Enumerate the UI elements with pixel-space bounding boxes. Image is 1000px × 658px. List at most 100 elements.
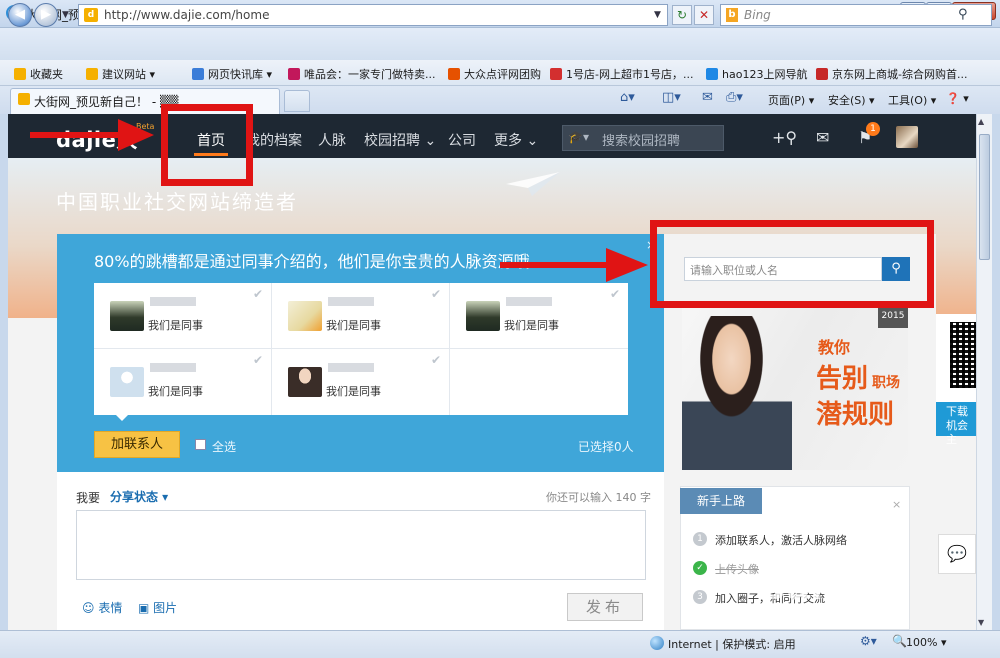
contact-relation: 我们是同事 [148,385,203,398]
tools-menu[interactable]: 工具(O) ▾ [888,92,936,108]
favorite-item-webslices[interactable]: 网页快讯库 ▾ [192,66,272,82]
favorites-button[interactable]: 收藏夹 [14,66,63,82]
favorite-item-dianping[interactable]: 大众点评网团购 [448,66,541,82]
contact-relation: 我们是同事 [504,319,559,332]
favorite-item-jd[interactable]: 京东网上商城-综合网购首... [816,66,967,82]
page-menu[interactable]: 页面(P) ▾ [768,92,814,108]
ad-line-2: 告别 [816,364,869,394]
annotation-arrow-head [118,119,154,151]
feedback-chat-icon[interactable]: 💬 [938,534,976,574]
contact-card[interactable]: 我们是同事 ✔ [450,283,628,349]
contact-name-redacted [150,297,196,306]
select-all-label[interactable]: 全选 [212,438,236,455]
refresh-button[interactable]: ↻ [672,5,692,25]
contact-card[interactable]: 我们是同事 ✔ [94,349,272,415]
favorite-icon [448,68,460,80]
contact-relation: 我们是同事 [148,319,203,332]
check-icon[interactable]: ✔ [610,287,620,301]
globe-icon [650,636,664,650]
image-icon: ▣ [138,601,150,615]
contact-card[interactable]: 我们是同事 ✔ [94,283,272,349]
nav-connections[interactable]: 人脉 [318,130,346,150]
favorite-item-hao123[interactable]: hao123上网导航 [706,66,807,82]
scroll-thumb[interactable] [979,134,990,260]
security-zone[interactable]: Internet | 保护模式: 启用 [668,636,796,652]
add-contacts-button[interactable]: 加联系人 [94,431,180,458]
nav-campus-recruiting[interactable]: 校园招聘 ⌄ [364,130,436,150]
step-number-1: 1 [693,532,707,546]
share-status-dropdown[interactable]: 分享状态 ▾ [110,488,168,505]
download-app-button[interactable]: 下载机会主 [936,402,976,446]
forward-button[interactable]: ▶ [34,3,58,27]
emoji-button[interactable]: ☺ 表情 [82,599,122,616]
contact-avatar [288,301,322,331]
scroll-down-icon[interactable]: ▼ [978,618,984,627]
newbie-close-button[interactable]: × [892,498,901,511]
ad-line-3: 潜规则 [816,400,895,430]
annotation-box-home-tab [161,104,253,186]
scroll-up-icon[interactable]: ▲ [978,117,984,126]
newbie-guide-title: 新手上路 [680,488,762,514]
check-icon[interactable]: ✔ [431,353,441,367]
nav-my-profile[interactable]: 我的档案 [246,130,302,150]
graduation-cap-icon[interactable]: 🎓▾ [568,130,589,144]
zoom-icon[interactable]: 🔍 [892,634,907,648]
print-icon[interactable]: ⎙▾ [726,90,743,105]
window-frame-right [992,114,1000,630]
tab-label[interactable]: 大街网_预见新自己！ - ▒▒ [34,93,178,110]
feeds-icon[interactable]: ◫▾ [662,90,681,105]
status-tools-icon[interactable]: ⚙▾ [860,634,877,648]
step-text-1[interactable]: 添加联系人，激活人脉网络 [715,532,847,548]
address-dropdown-icon[interactable]: ▼ [654,10,661,20]
favorite-icon [816,68,828,80]
check-icon[interactable]: ✔ [431,287,441,301]
site-search-placeholder[interactable]: 搜索校园招聘 [602,130,680,149]
safety-menu[interactable]: 安全(S) ▾ [828,92,875,108]
nav-more[interactable]: 更多 ⌄ [494,130,538,150]
help-menu[interactable]: ❓ ▾ [946,92,969,105]
address-url[interactable]: http://www.dajie.com/home [104,8,269,22]
search-go-icon[interactable]: ⚲ [958,7,968,22]
select-all-checkbox[interactable] [195,439,206,450]
publish-button[interactable]: 发布 [567,593,643,621]
stop-button[interactable]: ✕ [694,5,714,25]
contact-avatar [288,367,322,397]
add-contact-icon[interactable]: +⚲ [772,128,797,147]
contact-relation: 我们是同事 [326,319,381,332]
bing-icon: b [726,8,738,22]
favorite-label: 建议网站 ▾ [102,68,156,81]
favorite-item-suggested[interactable]: 建议网站 ▾ [86,66,155,82]
contact-grid: 我们是同事 ✔ 我们是同事 ✔ 我们是同事 ✔ 我们是同事 ✔ 我们是同事 ✔ [94,283,628,415]
home-icon[interactable]: ⌂▾ [620,90,635,105]
qr-code [950,322,978,388]
browser-search-placeholder[interactable]: Bing [744,8,771,22]
contact-avatar [466,301,500,331]
back-button[interactable]: ◀ [8,3,32,27]
nav-companies[interactable]: 公司 [448,130,476,150]
status-input[interactable] [76,510,646,580]
step-done-icon: ✓ [693,561,707,575]
check-icon[interactable]: ✔ [253,287,263,301]
favorite-label: 大众点评网团购 [464,68,541,81]
check-icon[interactable]: ✔ [253,353,263,367]
ad-line-1: 教你 [818,338,851,357]
annotation-arrow-shaft [30,132,126,138]
new-tab-button[interactable] [284,90,310,112]
image-button[interactable]: ▣ 图片 [138,599,177,616]
user-avatar[interactable] [896,126,918,148]
favorite-item-vip[interactable]: 唯品会：一家专门做特卖... [288,66,436,82]
favorite-label: 1号店-网上超市1号店，... [566,68,694,81]
contact-card[interactable]: 我们是同事 ✔ [272,349,450,415]
empty-cell [450,349,628,415]
contact-name-redacted [328,363,374,372]
mail-icon[interactable]: ✉ [702,90,713,105]
contact-card[interactable]: 我们是同事 ✔ [272,283,450,349]
history-dropdown-icon[interactable]: ▼ [62,10,69,20]
favorite-item-yhd[interactable]: 1号店-网上超市1号店，... [550,66,693,82]
zoom-level[interactable]: 100% ▾ [906,636,946,649]
panel-headline: 80%的跳槽都是通过同事介绍的，他们是你宝贵的人脉资源哦 [94,252,530,271]
site-favicon-icon: d [84,8,98,22]
favorite-icon [550,68,562,80]
step-text-2[interactable]: 上传头像 [715,561,759,577]
message-icon[interactable]: ✉ [816,128,829,147]
